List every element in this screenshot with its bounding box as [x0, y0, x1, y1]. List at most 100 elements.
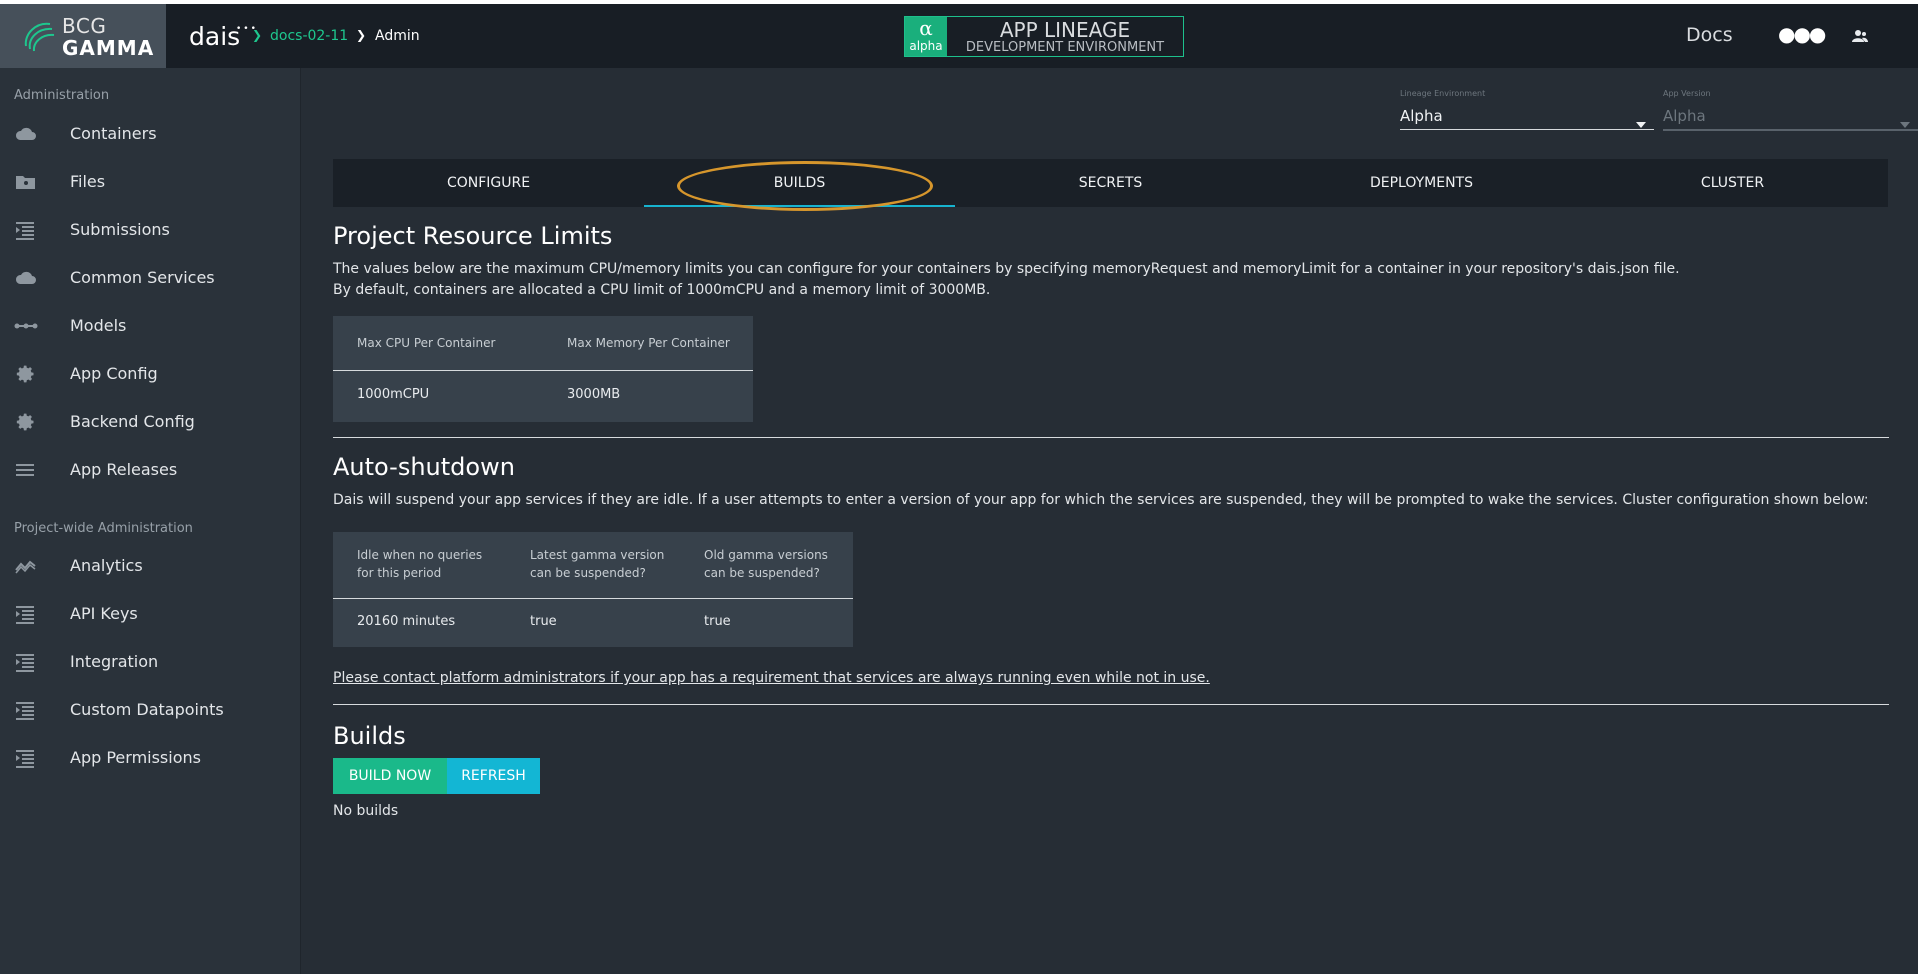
sidebar-item-app-releases[interactable]: App Releases	[0, 450, 300, 490]
sidebar-item-app-permissions[interactable]: App Permissions	[0, 738, 300, 778]
section-divider	[333, 704, 1889, 705]
list-icon	[14, 652, 38, 672]
more-options-icon[interactable]: ●●●	[1778, 22, 1826, 46]
breadcrumb-project[interactable]: docs-02-11	[270, 28, 348, 44]
sidebar-item-models[interactable]: Models	[0, 306, 300, 346]
sidebar-item-label: App Releases	[70, 460, 178, 479]
table-cell: 1000mCPU	[357, 387, 430, 402]
resource-limits-table: Max CPU Per Container Max Memory Per Con…	[333, 316, 753, 422]
auto-shutdown-table: Idle when no queries for this period Lat…	[333, 532, 853, 647]
resource-limits-line1: The values below are the maximum CPU/mem…	[333, 261, 1680, 277]
table-cell: true	[530, 614, 557, 629]
sidebar-item-label: Models	[70, 316, 127, 335]
table-header-cell: Max Memory Per Container	[567, 336, 730, 350]
select-underline	[1400, 129, 1654, 130]
refresh-button[interactable]: REFRESH	[447, 758, 540, 794]
sidebar-item-label: App Permissions	[70, 748, 201, 767]
tab-deployments[interactable]: DEPLOYMENTS	[1266, 159, 1577, 207]
app-version-label: App Version	[1663, 89, 1711, 98]
section-divider	[333, 437, 1889, 438]
app-version-select: App Version Alpha	[1663, 89, 1918, 135]
table-header-line: for this period	[357, 566, 442, 580]
sidebar: Administration Containers Files Submissi…	[0, 68, 301, 974]
dais-brand[interactable]: dais	[189, 22, 240, 52]
sidebar-item-app-config[interactable]: App Config	[0, 354, 300, 394]
resource-limits-line2: By default, containers are allocated a C…	[333, 282, 991, 298]
bcg-gamma-logo[interactable]: BCG GAMMA	[0, 4, 166, 68]
docs-link[interactable]: Docs	[1686, 24, 1733, 46]
table-header-line: can be suspended?	[530, 566, 646, 580]
contact-admins-link[interactable]: Please contact platform administrators i…	[333, 670, 1210, 686]
table-header-line: Latest gamma version	[530, 548, 665, 562]
sidebar-item-containers[interactable]: Containers	[0, 114, 300, 154]
alpha-label: alpha	[909, 39, 943, 53]
table-header-row: Max CPU Per Container Max Memory Per Con…	[333, 316, 753, 371]
highlight-ellipse	[677, 161, 933, 211]
folder-icon	[14, 172, 38, 192]
resource-limits-title: Project Resource Limits	[333, 222, 613, 250]
logo-swirl-icon	[24, 22, 55, 52]
table-header-cell: Idle when no queries for this period	[357, 546, 482, 582]
lineage-environment-select[interactable]: Lineage Environment Alpha	[1400, 89, 1654, 135]
sidebar-item-label: Files	[70, 172, 106, 191]
gear-icon	[14, 364, 38, 384]
gear-icon	[14, 412, 38, 432]
lineage-environment-label: Lineage Environment	[1400, 89, 1486, 98]
build-now-button[interactable]: BUILD NOW	[333, 758, 447, 794]
sidebar-section-administration: Administration	[14, 88, 110, 103]
breadcrumb-current: Admin	[375, 28, 420, 44]
admin-tabs: CONFIGURE BUILDS SECRETS DEPLOYMENTS CLU…	[333, 159, 1888, 207]
sidebar-item-label: Custom Datapoints	[70, 700, 224, 719]
sidebar-item-label: Analytics	[70, 556, 143, 575]
cloud-icon	[14, 268, 38, 288]
sidebar-item-label: App Config	[70, 364, 158, 383]
logo-bcg-text: BCG	[62, 14, 107, 38]
no-builds-message: No builds	[333, 803, 399, 819]
table-header-line: can be suspended?	[704, 566, 820, 580]
chevron-right-icon: ❯	[252, 28, 263, 42]
table-header-cell: Max CPU Per Container	[357, 336, 496, 350]
tab-secrets[interactable]: SECRETS	[955, 159, 1266, 207]
sidebar-item-api-keys[interactable]: API Keys	[0, 594, 300, 634]
sidebar-item-common-services[interactable]: Common Services	[0, 258, 300, 298]
list-icon	[14, 748, 38, 768]
analytics-icon	[14, 556, 38, 576]
alpha-marker: α alpha	[905, 17, 947, 56]
table-cell: 3000MB	[567, 387, 621, 402]
auto-shutdown-text: Dais will suspend your app services if t…	[333, 492, 1869, 508]
sidebar-section-project-wide: Project-wide Administration	[14, 521, 193, 536]
sidebar-item-files[interactable]: Files	[0, 162, 300, 202]
sidebar-item-analytics[interactable]: Analytics	[0, 546, 300, 586]
table-header-cell: Latest gamma version can be suspended?	[530, 546, 664, 582]
sidebar-item-custom-datapoints[interactable]: Custom Datapoints	[0, 690, 300, 730]
sidebar-item-integration[interactable]: Integration	[0, 642, 300, 682]
tab-configure[interactable]: CONFIGURE	[333, 159, 644, 207]
chevron-right-icon: ❯	[356, 28, 367, 42]
lineage-environment-value: Alpha	[1400, 107, 1443, 125]
environment-badge: α alpha APP LINEAGE DEVELOPMENT ENVIRONM…	[904, 16, 1184, 57]
sidebar-item-backend-config[interactable]: Backend Config	[0, 402, 300, 442]
tab-cluster[interactable]: CLUSTER	[1577, 159, 1888, 207]
app-window: BCG GAMMA dais ••• ❯ docs-02-11 ❯ Admin …	[0, 4, 1918, 974]
sidebar-item-label: Containers	[70, 124, 157, 143]
auto-shutdown-title: Auto-shutdown	[333, 453, 515, 481]
builds-title: Builds	[333, 722, 406, 750]
list-icon	[14, 604, 38, 624]
menu-icon	[14, 460, 38, 480]
table-header-cell: Old gamma versions can be suspended?	[704, 546, 828, 582]
sidebar-item-label: Submissions	[70, 220, 170, 239]
table-header-line: Idle when no queries	[357, 548, 483, 562]
top-bar: BCG GAMMA dais ••• ❯ docs-02-11 ❯ Admin …	[0, 4, 1918, 68]
cloud-icon	[14, 124, 38, 144]
sidebar-item-label: Integration	[70, 652, 159, 671]
logo-gamma-text: GAMMA	[62, 36, 155, 60]
sidebar-item-label: Common Services	[70, 268, 215, 287]
environment-subtitle: DEVELOPMENT ENVIRONMENT	[965, 40, 1165, 55]
sidebar-item-submissions[interactable]: Submissions	[0, 210, 300, 250]
sidebar-item-label: API Keys	[70, 604, 138, 623]
table-cell: true	[704, 614, 731, 629]
select-underline	[1663, 129, 1918, 131]
sidebar-item-label: Backend Config	[70, 412, 195, 431]
table-header-row: Idle when no queries for this period Lat…	[333, 532, 853, 599]
user-account-icon[interactable]	[1852, 28, 1868, 47]
